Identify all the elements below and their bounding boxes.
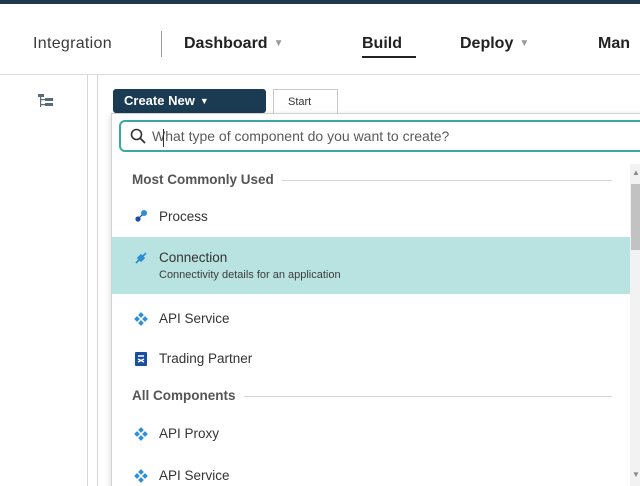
menu-item-label: Connection [159,250,228,265]
left-rail [0,75,88,486]
trading-partner-icon [135,352,147,366]
nav-deploy[interactable]: Deploy ▼ [460,34,529,54]
api-proxy-icon [134,427,148,441]
menu-item-label: Process [159,209,208,224]
nav-separator [161,31,162,57]
app-root: Integration Dashboard ▼ Build Deploy ▼ Man… [0,0,640,486]
menu-item-label: API Service [159,311,230,326]
chevron-down-icon: ▼ [519,38,530,49]
app-brand: Integration [33,35,112,52]
scroll-down-icon[interactable]: ▼ [632,470,640,479]
nav-dashboard[interactable]: Dashboard ▼ [184,34,283,54]
menu-item-description: Connectivity details for an application [159,269,341,281]
top-navigation: Integration Dashboard ▼ Build Deploy ▼ Man [0,4,640,75]
menu-item-connection[interactable]: Connection Connectivity details for an a… [112,237,630,294]
rail-divider [87,75,88,486]
connection-icon [135,252,147,264]
active-nav-indicator [362,56,416,58]
menu-item-process[interactable]: Process [112,202,630,232]
create-component-dropdown: Most Commonly Used Process Connection Co… [111,113,640,486]
api-service-icon [134,469,148,483]
api-service-icon [134,312,148,326]
nav-build[interactable]: Build [362,34,402,54]
scroll-up-icon[interactable]: ▲ [632,168,640,177]
menu-item-api-service[interactable]: API Service [112,304,630,334]
search-icon [130,128,146,144]
tab-start[interactable]: Start [273,89,338,113]
scrollbar-thumb[interactable] [631,184,640,250]
create-new-label: Create New [124,93,195,108]
chevron-down-icon: ▼ [199,96,209,106]
component-search-input[interactable] [152,124,632,148]
menu-item-api-proxy[interactable]: API Proxy [112,419,630,449]
section-header-all-components: All Components [132,388,244,403]
menu-item-label: Trading Partner [159,351,253,366]
menu-item-label: API Proxy [159,426,220,441]
component-search-box [119,120,640,152]
nav-manage[interactable]: Man [598,34,630,54]
text-cursor [163,129,164,147]
chevron-down-icon: ▼ [273,38,284,49]
nav-deploy-label: Deploy [460,35,514,52]
rail-divider-inner [97,75,98,486]
component-explorer-icon[interactable] [38,94,54,108]
menu-item-label: API Service [159,468,230,483]
dropdown-scrollbar[interactable]: ▲ ▼ [630,164,640,486]
create-new-button[interactable]: Create New ▼ [113,89,266,113]
menu-item-api-service-2[interactable]: API Service [112,461,630,486]
menu-item-trading-partner[interactable]: Trading Partner [112,344,630,374]
process-icon [135,210,147,222]
section-header-most-used: Most Commonly Used [132,172,282,187]
nav-dashboard-label: Dashboard [184,35,268,52]
